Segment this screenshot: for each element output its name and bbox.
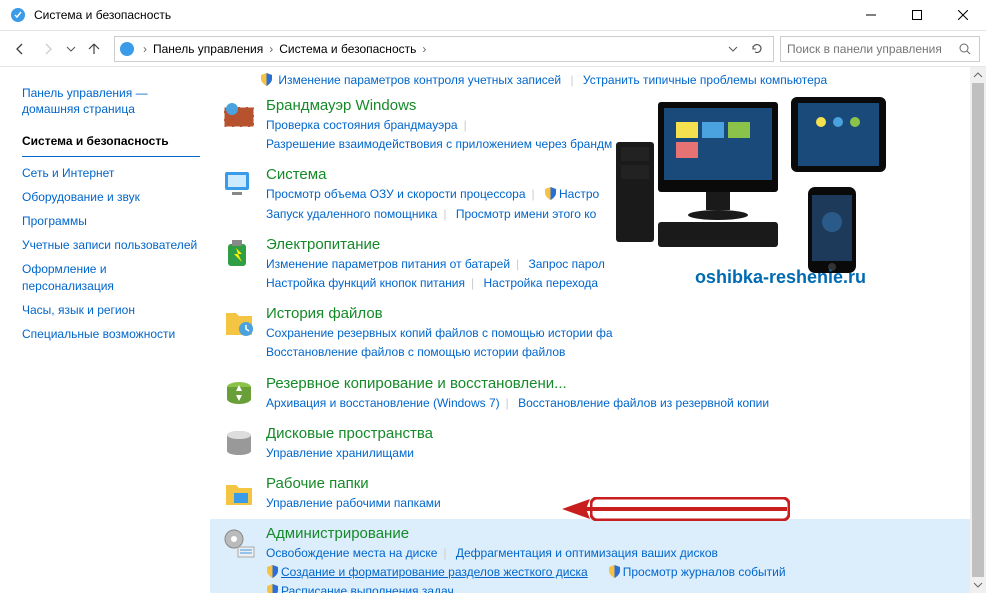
link[interactable]: Сохранение резервных копий файлов с помо… <box>266 326 613 340</box>
address-icon <box>119 41 135 57</box>
nav-forward-button[interactable] <box>34 35 62 63</box>
section-title[interactable]: Система <box>266 166 970 183</box>
nav-back-button[interactable] <box>6 35 34 63</box>
link[interactable]: Просмотр имени этого ко <box>456 207 597 221</box>
close-button[interactable] <box>940 0 986 31</box>
link-task-scheduler[interactable]: Расписание выполнения задач <box>281 584 454 593</box>
section-storagespaces: Дисковые пространства Управление хранили… <box>210 419 970 469</box>
address-dropdown[interactable] <box>721 37 745 61</box>
section-title[interactable]: Администрирование <box>266 525 970 542</box>
sidebar-item-clock[interactable]: Часы, язык и регион <box>22 298 200 322</box>
link[interactable]: Изменение параметров питания от батарей <box>266 257 510 271</box>
maximize-button[interactable] <box>894 0 940 31</box>
shield-icon <box>260 73 273 86</box>
workfolders-icon <box>220 475 258 513</box>
scroll-up-button[interactable] <box>970 67 986 83</box>
scroll-down-button[interactable] <box>970 577 986 593</box>
link[interactable]: Архивация и восстановление (Windows 7) <box>266 396 500 410</box>
navbar: › Панель управления › Система и безопасн… <box>0 31 986 67</box>
section-admin: Администрирование Освобождение места на … <box>210 519 970 593</box>
watermark-text: oshibka-reshenie.ru <box>695 267 866 288</box>
refresh-button[interactable] <box>745 37 769 61</box>
link-disk-cleanup[interactable]: Освобождение места на диске <box>266 546 437 560</box>
link[interactable]: Запуск удаленного помощника <box>266 207 437 221</box>
shield-icon <box>544 187 557 200</box>
link[interactable]: Восстановление файлов из резервной копии <box>518 396 769 410</box>
section-firewall: Брандмауэр Windows Проверка состояния бр… <box>210 91 970 160</box>
link-event-viewer[interactable]: Просмотр журналов событий <box>623 565 786 579</box>
breadcrumb-root[interactable]: Панель управления <box>149 37 267 61</box>
link[interactable]: Разрешение взаимодействовия с приложение… <box>266 137 612 151</box>
titlebar: Система и безопасность <box>0 0 986 31</box>
firewall-icon <box>220 97 258 135</box>
sidebar-item-accounts[interactable]: Учетные записи пользователей <box>22 233 200 257</box>
link[interactable]: Управление рабочими папками <box>266 496 441 510</box>
sidebar: Панель управления — домашняя страница Си… <box>0 67 210 593</box>
shield-icon <box>266 584 279 593</box>
app-icon <box>10 7 26 23</box>
nav-history-dropdown[interactable] <box>62 35 80 63</box>
section-title[interactable]: История файлов <box>266 305 970 322</box>
section-title[interactable]: Дисковые пространства <box>266 425 970 442</box>
shield-icon <box>266 565 279 578</box>
search-input[interactable] <box>781 42 951 56</box>
shield-icon <box>608 565 621 578</box>
chevron-right-icon[interactable]: › <box>267 42 275 56</box>
link[interactable]: Проверка состояния брандмауэра <box>266 118 458 132</box>
sidebar-item-appearance[interactable]: Оформление и персонализация <box>22 257 200 297</box>
backup-icon <box>220 375 258 413</box>
link[interactable]: Управление хранилищами <box>266 446 414 460</box>
link[interactable]: Настройка функций кнопок питания <box>266 276 465 290</box>
link-uac[interactable]: Изменение параметров контроля учетных за… <box>278 73 561 87</box>
section-backup: Резервное копирование и восстановлени...… <box>210 369 970 419</box>
main-panel: Изменение параметров контроля учетных за… <box>210 67 986 593</box>
vertical-scrollbar[interactable] <box>970 67 986 593</box>
security-center-links: Изменение параметров контроля учетных за… <box>210 67 970 91</box>
search-box[interactable] <box>780 36 980 62</box>
section-filehistory: История файлов Сохранение резервных копи… <box>210 299 970 368</box>
link[interactable]: Запрос парол <box>529 257 605 271</box>
section-workfolders: Рабочие папки Управление рабочими папкам… <box>210 469 970 519</box>
section-title[interactable]: Брандмауэр Windows <box>266 97 970 114</box>
breadcrumb-current[interactable]: Система и безопасность <box>275 37 420 61</box>
nav-up-button[interactable] <box>80 35 108 63</box>
section-power: Электропитание Изменение параметров пита… <box>210 230 970 299</box>
sidebar-item-network[interactable]: Сеть и Интернет <box>22 161 200 185</box>
admin-icon <box>220 525 258 563</box>
link-disk-management[interactable]: Создание и форматирование разделов жестк… <box>281 565 588 579</box>
search-button[interactable] <box>951 37 979 61</box>
address-bar[interactable]: › Панель управления › Система и безопасн… <box>114 36 774 62</box>
link-defrag[interactable]: Дефрагментация и оптимизация ваших диско… <box>456 546 718 560</box>
link[interactable]: Восстановление файлов с помощью истории … <box>266 345 565 359</box>
sidebar-item-programs[interactable]: Программы <box>22 209 200 233</box>
storage-icon <box>220 425 258 463</box>
sidebar-item-hardware[interactable]: Оборудование и звук <box>22 185 200 209</box>
chevron-right-icon[interactable]: › <box>420 42 428 56</box>
section-title[interactable]: Электропитание <box>266 236 970 253</box>
minimize-button[interactable] <box>848 0 894 31</box>
filehistory-icon <box>220 305 258 343</box>
sidebar-item-system-security[interactable]: Система и безопасность <box>22 129 200 156</box>
link[interactable]: Настройка перехода <box>483 276 598 290</box>
link-troubleshoot[interactable]: Устранить типичные проблемы компьютера <box>583 73 827 87</box>
section-system: Система Просмотр объема ОЗУ и скорости п… <box>210 160 970 229</box>
window-title: Система и безопасность <box>34 8 848 22</box>
power-icon <box>220 236 258 274</box>
section-title[interactable]: Резервное копирование и восстановлени... <box>266 375 970 392</box>
sidebar-item-accessibility[interactable]: Специальные возможности <box>22 322 200 346</box>
link[interactable]: Настро <box>559 187 599 201</box>
chevron-right-icon[interactable]: › <box>141 42 149 56</box>
sidebar-home-link[interactable]: Панель управления — домашняя страница <box>22 85 200 117</box>
system-icon <box>220 166 258 204</box>
scrollbar-thumb[interactable] <box>972 83 984 593</box>
section-title[interactable]: Рабочие папки <box>266 475 970 492</box>
link[interactable]: Просмотр объема ОЗУ и скорости процессор… <box>266 187 526 201</box>
